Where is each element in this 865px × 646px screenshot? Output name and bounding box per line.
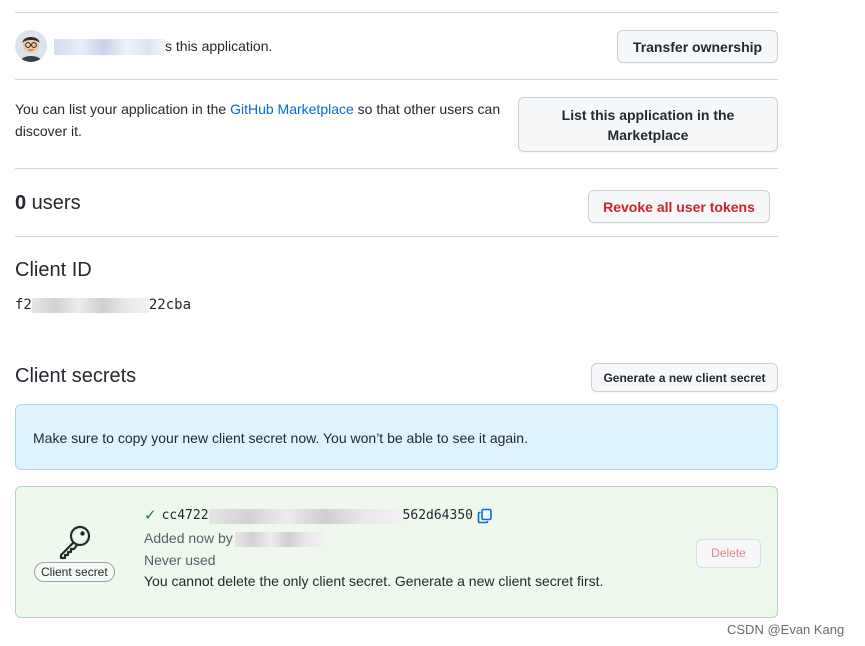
client-id-heading: Client ID xyxy=(15,259,92,281)
watermark: CSDN @Evan Kang xyxy=(727,622,845,637)
marketplace-text-before: You can list your application in the xyxy=(15,101,231,117)
secret-value-end: 562d64350 xyxy=(402,508,473,523)
notice-flash: Make sure to copy your new client secret… xyxy=(15,404,778,470)
github-marketplace-link[interactable]: GitHub Marketplace xyxy=(230,101,354,117)
users-count: 0 users xyxy=(15,190,81,216)
redacted-user xyxy=(234,531,324,547)
secret-added-text: Added now by xyxy=(144,530,233,546)
divider xyxy=(15,168,778,169)
key-icon xyxy=(59,525,91,560)
divider xyxy=(15,12,778,13)
secret-value-start: cc4722 xyxy=(161,508,209,523)
secret-value-row: ✓ cc4722 562d64350 xyxy=(144,506,493,526)
avatar-image xyxy=(15,30,47,62)
owner-text: s this application. xyxy=(54,37,273,56)
client-secret-badge: Client secret xyxy=(34,562,115,582)
marketplace-text: You can list your application in the Git… xyxy=(15,98,521,142)
client-secrets-heading: Client secrets xyxy=(15,365,137,387)
notice-text: Make sure to copy your new client secret… xyxy=(33,430,528,446)
divider xyxy=(15,79,778,80)
list-in-marketplace-button[interactable]: List this application in the Marketplace xyxy=(518,97,778,152)
generate-client-secret-button[interactable]: Generate a new client secret xyxy=(591,363,778,392)
users-count-number: 0 xyxy=(15,192,27,214)
secret-warning: You cannot delete the only client secret… xyxy=(144,573,604,589)
revoke-all-user-tokens-button[interactable]: Revoke all user tokens xyxy=(588,190,770,223)
transfer-ownership-button[interactable]: Transfer ownership xyxy=(617,30,778,63)
secret-usage: Never used xyxy=(144,552,216,568)
redacted-owner-name xyxy=(54,39,165,56)
owner-suffix: s this application. xyxy=(165,38,273,54)
secret-added-by: Added now by xyxy=(144,528,324,548)
redacted-client-id xyxy=(31,297,149,313)
divider xyxy=(15,236,778,237)
client-id-value: f2 22cba xyxy=(15,295,191,315)
client-id-value-end: 22cba xyxy=(148,297,192,313)
copy-icon[interactable] xyxy=(477,508,493,524)
delete-button[interactable]: Delete xyxy=(696,539,761,568)
client-id-value-start: f2 xyxy=(15,297,32,313)
users-count-label: users xyxy=(26,192,81,214)
client-secret-item: Client secret ✓ cc4722 562d64350 Added n… xyxy=(15,486,778,618)
check-icon: ✓ xyxy=(144,507,157,524)
redacted-secret xyxy=(208,508,403,524)
avatar xyxy=(15,30,47,62)
